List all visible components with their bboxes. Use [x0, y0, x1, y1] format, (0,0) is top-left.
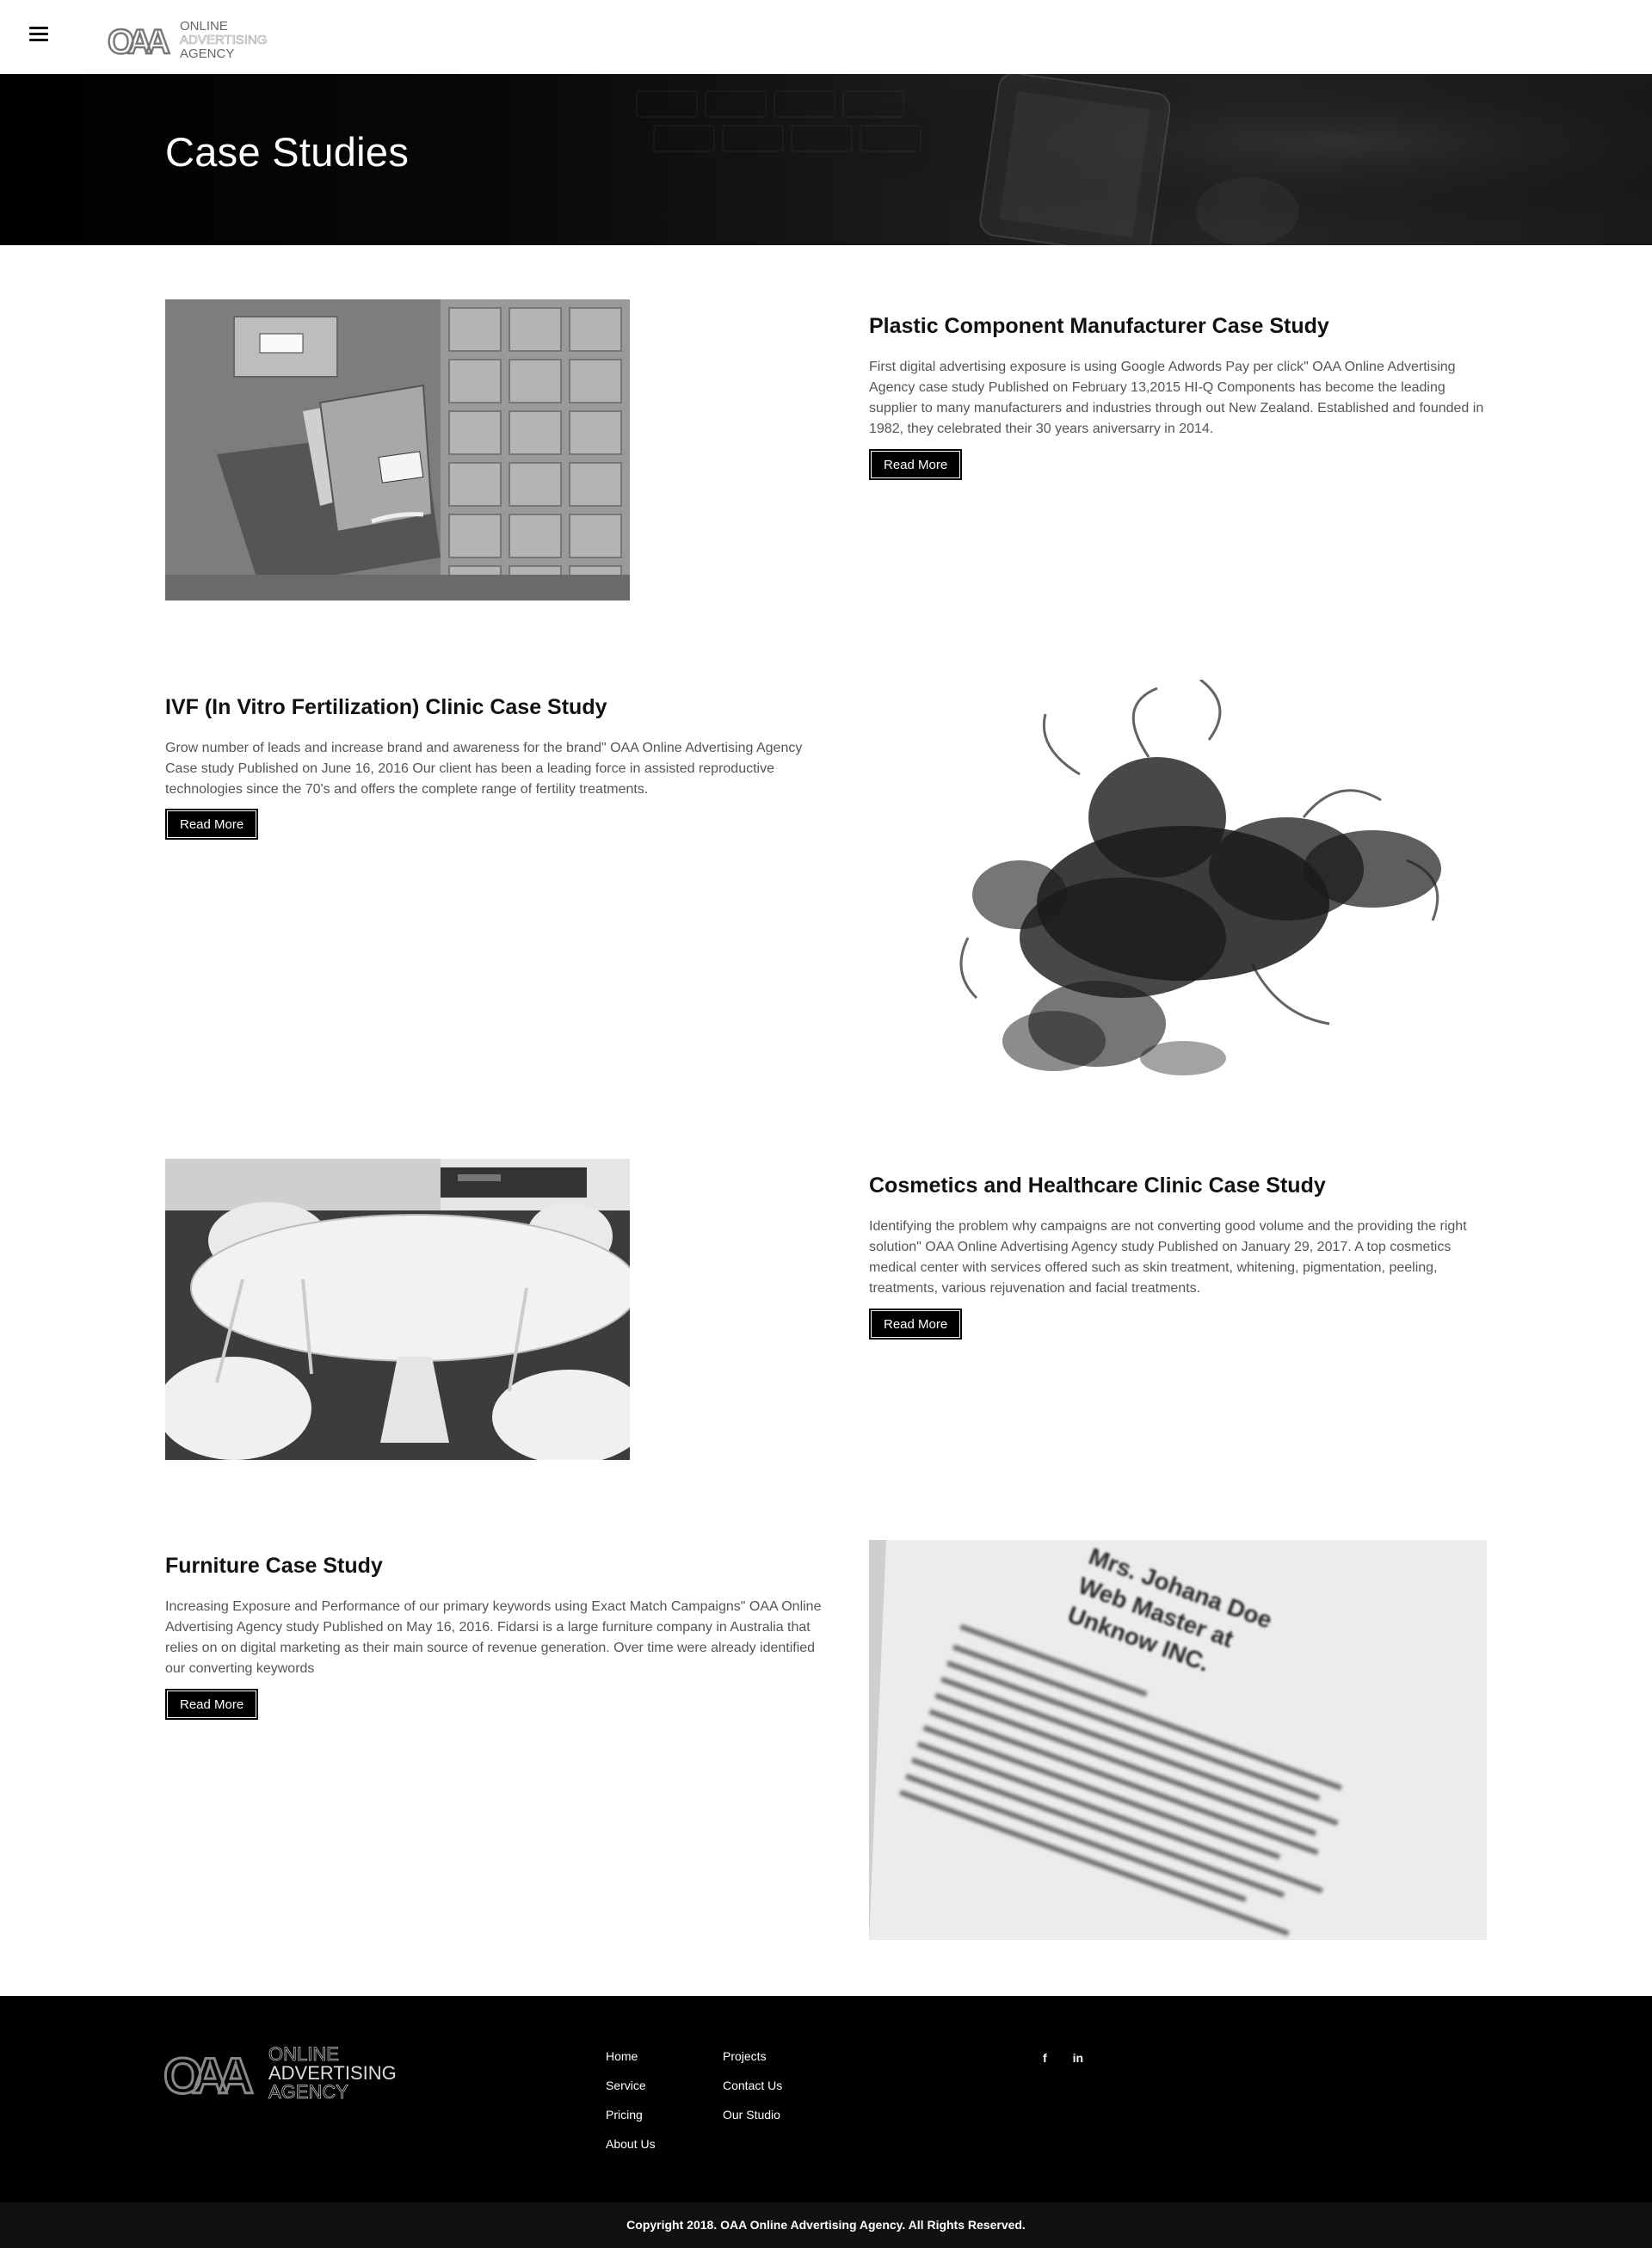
logo-line-2: ADVERTISING — [180, 33, 267, 47]
footer-logo-mark: OAA — [163, 2048, 253, 2103]
logo-mark: OAA — [108, 23, 170, 60]
read-more-button[interactable]: Read More — [165, 809, 259, 840]
footer-link-service[interactable]: Service — [606, 2079, 656, 2092]
case-title[interactable]: Furniture Case Study — [165, 1554, 383, 1579]
site-logo[interactable]: OAA ONLINE ADVERTISING AGENCY — [108, 17, 280, 60]
footer-link-about[interactable]: About Us — [606, 2137, 656, 2151]
hamburger-menu-icon[interactable] — [29, 27, 48, 42]
case-image-letter: Mrs. Johana Doe Web Master at Unknow INC… — [869, 1540, 1487, 1940]
logo-line-1: ONLINE — [180, 19, 228, 34]
linkedin-icon[interactable]: in — [1073, 2051, 1083, 2065]
read-more-button[interactable]: Read More — [869, 1309, 963, 1340]
footer-link-pricing[interactable]: Pricing — [606, 2108, 656, 2122]
footer-logo[interactable]: OAA ONLINE ADVERTISING AGENCY — [163, 2043, 413, 2103]
page-title: Case Studies — [165, 129, 410, 175]
case-description: Grow number of leads and increase brand … — [165, 741, 803, 797]
case-description: Identifying the problem why campaigns ar… — [869, 1219, 1467, 1296]
case-description: First digital advertising exposure is us… — [869, 360, 1484, 436]
read-more-button[interactable]: Read More — [165, 1689, 259, 1720]
site-footer: OAA ONLINE ADVERTISING AGENCY Home Servi… — [0, 1996, 1652, 2202]
case-image-filing-cabinet — [165, 299, 630, 600]
footer-links-col-2: Projects Contact Us Our Studio — [723, 2049, 782, 2137]
footer-logo-line-3: AGENCY — [268, 2081, 348, 2103]
case-title[interactable]: Plastic Component Manufacturer Case Stud… — [869, 314, 1329, 339]
case-title[interactable]: IVF (In Vitro Fertilization) Clinic Case… — [165, 695, 607, 720]
footer-link-contact[interactable]: Contact Us — [723, 2079, 782, 2092]
case-image-white-table — [165, 1159, 630, 1460]
read-more-button[interactable]: Read More — [869, 449, 963, 480]
social-links: f in — [1043, 2051, 1083, 2065]
hero-banner: Case Studies — [0, 74, 1652, 245]
footer-link-home[interactable]: Home — [606, 2049, 656, 2063]
footer-link-studio[interactable]: Our Studio — [723, 2108, 782, 2122]
footer-link-projects[interactable]: Projects — [723, 2049, 782, 2063]
site-header: OAA ONLINE ADVERTISING AGENCY — [0, 0, 1652, 74]
case-title[interactable]: Cosmetics and Healthcare Clinic Case Stu… — [869, 1173, 1326, 1198]
footer-links-col-1: Home Service Pricing About Us — [606, 2049, 656, 2166]
case-image-ink-smoke — [925, 680, 1467, 1080]
case-description: Increasing Exposure and Performance of o… — [165, 1599, 822, 1676]
copyright-bar: Copyright 2018. OAA Online Advertising A… — [0, 2202, 1652, 2248]
logo-line-3: AGENCY — [180, 46, 234, 60]
facebook-icon[interactable]: f — [1043, 2051, 1047, 2065]
